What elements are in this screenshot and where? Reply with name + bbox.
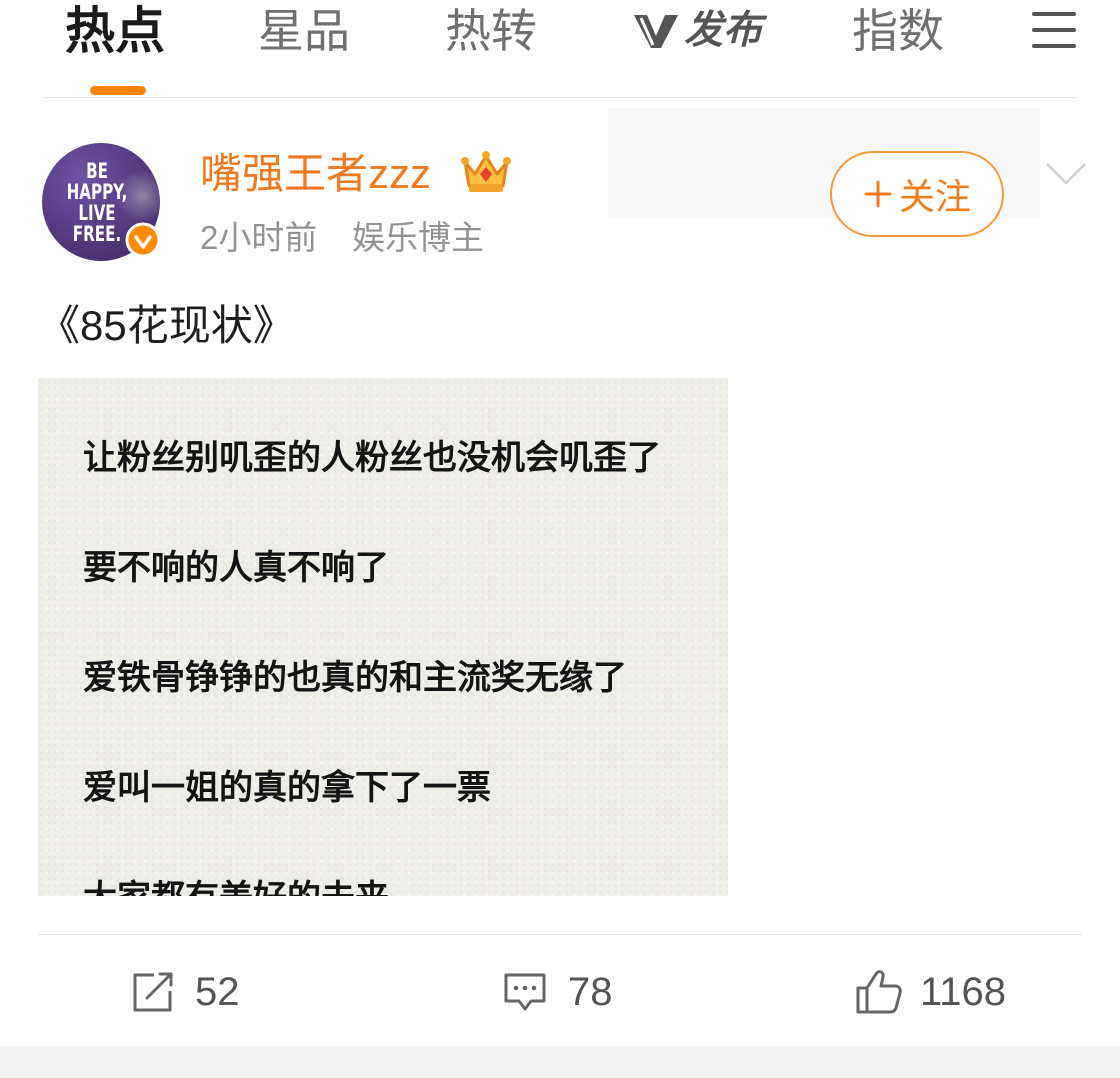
comment-count: 78 bbox=[568, 970, 613, 1014]
like-button[interactable]: 1168 bbox=[854, 966, 1006, 1018]
action-divider bbox=[38, 934, 1082, 935]
active-tab-indicator bbox=[90, 86, 146, 95]
feed-separator bbox=[0, 1046, 1120, 1078]
comment-icon bbox=[504, 973, 546, 1011]
repost-count: 52 bbox=[195, 970, 240, 1014]
repost-icon bbox=[133, 972, 173, 1012]
post-image[interactable]: 让粉丝别叽歪的人粉丝也没机会叽歪了 要不响的人真不响了 爱铁骨铮铮的也真的和主流… bbox=[38, 378, 728, 896]
tab-star[interactable]: 星品 bbox=[258, 0, 350, 62]
verified-badge-icon bbox=[125, 222, 161, 258]
tab-v-publish[interactable]: 发布 bbox=[632, 0, 762, 62]
like-count: 1168 bbox=[920, 970, 1007, 1014]
post-time: 2小时前 bbox=[200, 219, 318, 256]
image-text-line: 大家都有美好的未来 bbox=[83, 881, 389, 896]
tab-trending-repost[interactable]: 热转 bbox=[445, 0, 537, 62]
plus-icon bbox=[864, 180, 892, 208]
tab-hot[interactable]: 热点 bbox=[65, 0, 165, 62]
follow-button[interactable]: 关注 bbox=[830, 151, 1004, 237]
nav-divider bbox=[44, 97, 1076, 98]
repost-button[interactable]: 52 bbox=[130, 966, 240, 1018]
image-text-line: 让粉丝别叽歪的人粉丝也没机会叽歪了 bbox=[83, 439, 661, 477]
image-text-line: 爱叫一姐的真的拿下了一票 bbox=[83, 769, 491, 807]
tab-v-publish-label: 发布 bbox=[684, 9, 763, 52]
follow-label: 关注 bbox=[898, 176, 971, 217]
hamburger-menu-icon[interactable] bbox=[1032, 12, 1076, 48]
chevron-down-icon[interactable] bbox=[1045, 162, 1087, 186]
v-logo-icon bbox=[634, 15, 678, 48]
post-text: 《85花现状》 bbox=[38, 302, 295, 349]
tab-index[interactable]: 指数 bbox=[852, 0, 944, 62]
image-text-line: 要不响的人真不响了 bbox=[83, 549, 389, 587]
author-category: 娱乐博主 bbox=[352, 219, 484, 256]
crown-icon bbox=[461, 151, 511, 192]
like-icon bbox=[856, 970, 902, 1014]
image-text-line: 爱铁骨铮铮的也真的和主流奖无缘了 bbox=[83, 659, 627, 697]
comment-button[interactable]: 78 bbox=[502, 966, 613, 1018]
author-name[interactable]: 嘴强王者zzz bbox=[200, 146, 431, 202]
